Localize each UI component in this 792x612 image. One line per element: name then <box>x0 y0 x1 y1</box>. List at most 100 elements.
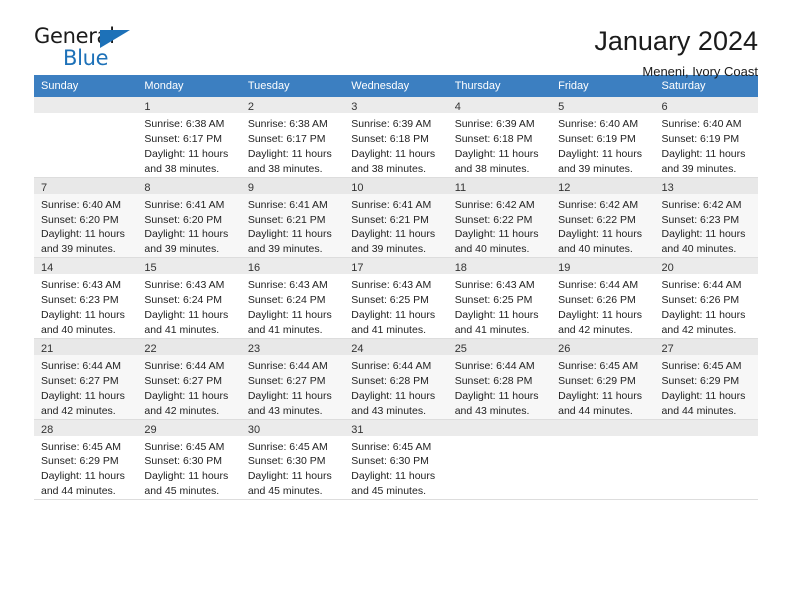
day-number <box>447 419 552 436</box>
calendar-day-cell[interactable]: 5 Sunrise: 6:40 AM Sunset: 6:19 PM Daylight… <box>551 97 655 178</box>
sun-info-line: and 39 minutes. <box>41 243 116 256</box>
sun-info-line: Sunset: 6:21 PM <box>351 213 429 226</box>
sun-info: Sunrise: 6:43 AM Sunset: 6:24 PM Daylight:… <box>241 274 344 338</box>
calendar-day-cell[interactable]: 9 Sunrise: 6:41 AM Sunset: 6:21 PM Daylight… <box>240 177 345 259</box>
sun-info-line: and 43 minutes. <box>247 404 323 417</box>
sun-info-line: and 40 minutes. <box>661 243 737 256</box>
calendar-day-cell[interactable]: 31 Sunrise: 6:45 AM Sunset: 6:30 PM Dayligh… <box>344 419 448 501</box>
calendar-day-cell[interactable]: 10 Sunrise: 6:41 AM Sunset: 6:21 PM Dayligh… <box>344 177 448 259</box>
day-cell-inner: 23 Sunrise: 6:44 AM Sunset: 6:27 PM Dayligh… <box>240 338 345 419</box>
sun-info: Sunrise: 6:40 AM Sunset: 6:19 PM Daylight:… <box>655 113 758 177</box>
calendar-day-cell[interactable]: 4 Sunrise: 6:39 AM Sunset: 6:18 PM Daylight… <box>447 97 552 178</box>
calendar-day-cell[interactable]: 13 Sunrise: 6:42 AM Sunset: 6:23 PM Dayligh… <box>654 177 758 259</box>
day-cell-inner: 25 Sunrise: 6:44 AM Sunset: 6:28 PM Dayligh… <box>447 338 552 419</box>
sun-info-line: Sunrise: 6:43 AM <box>351 279 432 292</box>
sun-info: Sunrise: 6:45 AM Sunset: 6:29 PM Daylight:… <box>551 355 654 419</box>
sun-info-line: Daylight: 11 hours <box>351 147 436 160</box>
general-blue-logo[interactable]: General Blue <box>34 26 144 72</box>
day-cell-inner: 8 Sunrise: 6:41 AM Sunset: 6:20 PM Daylight… <box>137 177 241 258</box>
sun-info-line: Daylight: 11 hours <box>247 147 332 160</box>
day-number: 8 <box>137 177 241 194</box>
day-cell-inner: 31 Sunrise: 6:45 AM Sunset: 6:30 PM Dayligh… <box>344 419 448 500</box>
day-number <box>34 97 138 113</box>
sun-info-line: and 43 minutes. <box>351 404 426 417</box>
sun-info-line: Sunset: 6:26 PM <box>558 294 636 307</box>
calendar-day-cell[interactable]: 27 Sunrise: 6:45 AM Sunset: 6:29 PM Dayligh… <box>654 338 758 420</box>
calendar-day-cell[interactable]: 29 Sunrise: 6:45 AM Sunset: 6:30 PM Dayligh… <box>137 419 241 501</box>
day-cell-inner <box>551 419 655 500</box>
sun-info-line: Sunrise: 6:39 AM <box>454 118 535 130</box>
day-cell-inner: 29 Sunrise: 6:45 AM Sunset: 6:30 PM Dayligh… <box>137 419 241 500</box>
sun-info-line: Sunrise: 6:44 AM <box>144 359 225 372</box>
sun-info-line: and 45 minutes. <box>351 485 426 498</box>
day-cell-inner: 27 Sunrise: 6:45 AM Sunset: 6:29 PM Dayligh… <box>654 338 758 419</box>
sun-info: Sunrise: 6:39 AM Sunset: 6:18 PM Daylight:… <box>448 113 551 177</box>
calendar-day-cell[interactable]: 1 Sunrise: 6:38 AM Sunset: 6:17 PM Daylight… <box>137 97 241 178</box>
calendar-day-cell[interactable]: 3 Sunrise: 6:39 AM Sunset: 6:18 PM Daylight… <box>344 97 448 178</box>
sun-info-line: Sunset: 6:21 PM <box>247 213 326 226</box>
sun-info-line: Daylight: 11 hours <box>351 309 436 322</box>
column-header-wednesday: Wednesday <box>344 75 448 97</box>
sun-info-line: and 44 minutes. <box>41 485 116 498</box>
sun-info-line: and 41 minutes. <box>454 323 530 336</box>
sun-info: Sunrise: 6:44 AM Sunset: 6:28 PM Daylight:… <box>344 355 447 419</box>
day-number: 15 <box>137 258 241 275</box>
calendar-day-cell[interactable]: 2 Sunrise: 6:38 AM Sunset: 6:17 PM Daylight… <box>240 97 345 178</box>
sun-info-line: and 42 minutes. <box>558 323 633 336</box>
day-cell-inner: 4 Sunrise: 6:39 AM Sunset: 6:18 PM Daylight… <box>447 97 552 177</box>
logo-text-blue: Blue <box>63 46 109 70</box>
sun-info-line: Sunset: 6:30 PM <box>144 455 223 468</box>
calendar-day-cell[interactable]: 22 Sunrise: 6:44 AM Sunset: 6:27 PM Dayligh… <box>137 338 241 420</box>
sun-info: Sunrise: 6:41 AM Sunset: 6:21 PM Daylight:… <box>241 194 344 258</box>
sun-info-line: Daylight: 11 hours <box>144 228 229 241</box>
calendar-day-cell[interactable]: 15 Sunrise: 6:43 AM Sunset: 6:24 PM Dayligh… <box>137 257 241 339</box>
calendar-day-cell[interactable]: 14 Sunrise: 6:43 AM Sunset: 6:23 PM Dayligh… <box>34 257 138 339</box>
sun-info-line: and 38 minutes. <box>351 162 426 175</box>
day-cell-inner: 28 Sunrise: 6:45 AM Sunset: 6:29 PM Dayligh… <box>34 419 138 500</box>
calendar-page: General Blue January 2024 Meneni, Ivory … <box>0 0 792 612</box>
calendar-table: Sunday Monday Tuesday Wednesday Thursday Frid… <box>34 75 758 501</box>
sun-info-line: and 41 minutes. <box>144 323 220 336</box>
calendar-day-cell[interactable]: 8 Sunrise: 6:41 AM Sunset: 6:20 PM Daylight… <box>137 177 241 259</box>
calendar-day-cell[interactable]: 28 Sunrise: 6:45 AM Sunset: 6:29 PM Dayligh… <box>34 419 138 501</box>
calendar-day-cell[interactable]: 21 Sunrise: 6:44 AM Sunset: 6:27 PM Dayligh… <box>34 338 138 420</box>
calendar-day-cell[interactable]: 23 Sunrise: 6:44 AM Sunset: 6:27 PM Dayligh… <box>240 338 345 420</box>
sun-info-line: Daylight: 11 hours <box>144 147 229 160</box>
calendar-day-cell[interactable]: 16 Sunrise: 6:43 AM Sunset: 6:24 PM Dayligh… <box>240 257 345 339</box>
sun-info-line: Sunset: 6:18 PM <box>351 132 429 145</box>
calendar-day-cell[interactable]: 25 Sunrise: 6:44 AM Sunset: 6:28 PM Dayligh… <box>447 338 552 420</box>
sun-info-line: Daylight: 11 hours <box>41 228 125 241</box>
calendar-day-cell[interactable]: 17 Sunrise: 6:43 AM Sunset: 6:25 PM Dayligh… <box>344 257 448 339</box>
sun-info-line: and 39 minutes. <box>247 243 323 256</box>
calendar-day-cell[interactable]: 11 Sunrise: 6:42 AM Sunset: 6:22 PM Dayligh… <box>447 177 552 259</box>
sun-info: Sunrise: 6:38 AM Sunset: 6:17 PM Daylight:… <box>241 113 344 177</box>
calendar-day-cell[interactable]: 19 Sunrise: 6:44 AM Sunset: 6:26 PM Dayligh… <box>551 257 655 339</box>
sun-info-line: Sunset: 6:28 PM <box>351 374 429 387</box>
page-header: General Blue January 2024 Meneni, Ivory … <box>34 0 758 80</box>
sun-info-line: and 44 minutes. <box>661 404 737 417</box>
day-cell-inner: 16 Sunrise: 6:43 AM Sunset: 6:24 PM Dayligh… <box>240 258 345 338</box>
sun-info-line: Sunset: 6:29 PM <box>558 374 636 387</box>
sun-info-line: Sunset: 6:25 PM <box>454 294 533 307</box>
sun-info-line: Sunset: 6:24 PM <box>144 294 223 307</box>
sun-info-line: and 44 minutes. <box>558 404 633 417</box>
sun-info-line: Sunset: 6:30 PM <box>351 455 429 468</box>
day-cell-inner: 5 Sunrise: 6:40 AM Sunset: 6:19 PM Daylight… <box>551 97 655 177</box>
sun-info-line: Sunset: 6:17 PM <box>247 132 326 145</box>
column-header-monday: Monday <box>137 75 241 97</box>
sun-info-line: and 45 minutes. <box>144 485 220 498</box>
calendar-day-cell[interactable]: 24 Sunrise: 6:44 AM Sunset: 6:28 PM Dayligh… <box>344 338 448 420</box>
calendar-day-cell[interactable]: 26 Sunrise: 6:45 AM Sunset: 6:29 PM Dayligh… <box>551 338 655 420</box>
sun-info: Sunrise: 6:44 AM Sunset: 6:27 PM Daylight:… <box>137 355 240 419</box>
sun-info-line: Sunrise: 6:41 AM <box>144 198 225 211</box>
calendar-day-cell[interactable]: 30 Sunrise: 6:45 AM Sunset: 6:30 PM Dayligh… <box>240 419 345 501</box>
day-cell-inner: 14 Sunrise: 6:43 AM Sunset: 6:23 PM Dayligh… <box>34 258 138 338</box>
calendar-day-cell[interactable]: 20 Sunrise: 6:44 AM Sunset: 6:26 PM Dayligh… <box>654 257 758 339</box>
calendar-day-cell[interactable]: 18 Sunrise: 6:43 AM Sunset: 6:25 PM Dayligh… <box>447 257 552 339</box>
day-number: 28 <box>34 419 138 436</box>
calendar-day-cell[interactable]: 6 Sunrise: 6:40 AM Sunset: 6:19 PM Daylight… <box>654 97 758 178</box>
day-cell-inner: 20 Sunrise: 6:44 AM Sunset: 6:26 PM Dayligh… <box>654 258 758 338</box>
day-number: 4 <box>447 97 552 113</box>
calendar-day-cell[interactable]: 12 Sunrise: 6:42 AM Sunset: 6:22 PM Dayligh… <box>551 177 655 259</box>
calendar-day-cell[interactable]: 7 Sunrise: 6:40 AM Sunset: 6:20 PM Daylight… <box>34 177 138 259</box>
